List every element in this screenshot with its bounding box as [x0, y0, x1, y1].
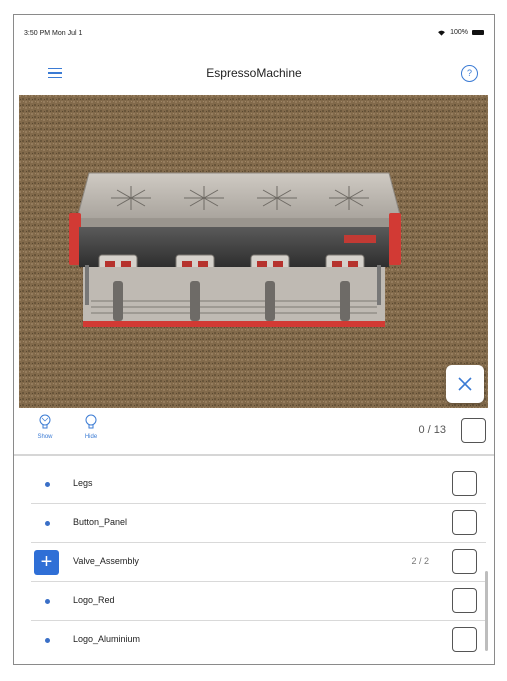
list-item-label: Logo_Aluminium: [73, 634, 141, 644]
list-item-checkbox[interactable]: [452, 627, 477, 652]
list-scrollbar[interactable]: [485, 571, 488, 651]
lightbulb-off-icon: [85, 414, 97, 429]
bullet-icon: [45, 521, 50, 526]
espresso-machine-scene: [19, 95, 488, 408]
close-icon: [458, 377, 472, 391]
battery-percent: 100%: [450, 29, 468, 36]
list-item[interactable]: Legs: [31, 465, 486, 504]
bullet-icon: [45, 638, 50, 643]
ar-viewport[interactable]: [19, 95, 488, 408]
expand-plus-icon[interactable]: +: [34, 550, 59, 575]
bullet-icon: [45, 482, 50, 487]
list-item-label: Button_Panel: [73, 517, 128, 527]
close-button[interactable]: [446, 365, 484, 403]
list-item[interactable]: Logo_Aluminium: [31, 621, 486, 659]
lightbulb-on-icon: [39, 414, 51, 429]
bullet-icon: [45, 599, 50, 604]
list-item-group[interactable]: + Valve_Assembly 2 / 2: [31, 543, 486, 582]
battery-icon: [472, 30, 484, 35]
help-icon[interactable]: ?: [461, 65, 478, 82]
list-item[interactable]: Button_Panel: [31, 504, 486, 543]
wifi-icon: [438, 30, 446, 36]
select-all-checkbox[interactable]: [461, 418, 486, 443]
list-item-label: Legs: [73, 478, 93, 488]
app-frame: 3:50 PM Mon Jul 1 100% EspressoMachine ?: [13, 14, 495, 665]
page-title: EspressoMachine: [206, 66, 302, 80]
parts-list: Legs Button_Panel + Valve_Assembly 2 / 2…: [14, 465, 494, 659]
visibility-toolbar: Show Hide 0 / 13: [14, 408, 494, 456]
list-item[interactable]: Logo_Red: [31, 582, 486, 621]
hide-button[interactable]: Hide: [76, 414, 106, 440]
list-item-checkbox[interactable]: [452, 588, 477, 613]
status-bar: 3:50 PM Mon Jul 1 100%: [14, 15, 494, 47]
list-item-checkbox[interactable]: [452, 471, 477, 496]
nav-bar: EspressoMachine ?: [14, 55, 494, 95]
hide-label: Hide: [84, 434, 98, 440]
visible-counter: 0 / 13: [418, 424, 446, 436]
group-count: 2 / 2: [411, 556, 429, 566]
list-item-label: Valve_Assembly: [73, 556, 139, 566]
list-item-label: Logo_Red: [73, 595, 115, 605]
list-item-checkbox[interactable]: [452, 549, 477, 574]
show-button[interactable]: Show: [30, 414, 60, 440]
list-item-checkbox[interactable]: [452, 510, 477, 535]
status-time: 3:50 PM Mon Jul 1: [24, 30, 83, 37]
show-label: Show: [37, 434, 53, 440]
